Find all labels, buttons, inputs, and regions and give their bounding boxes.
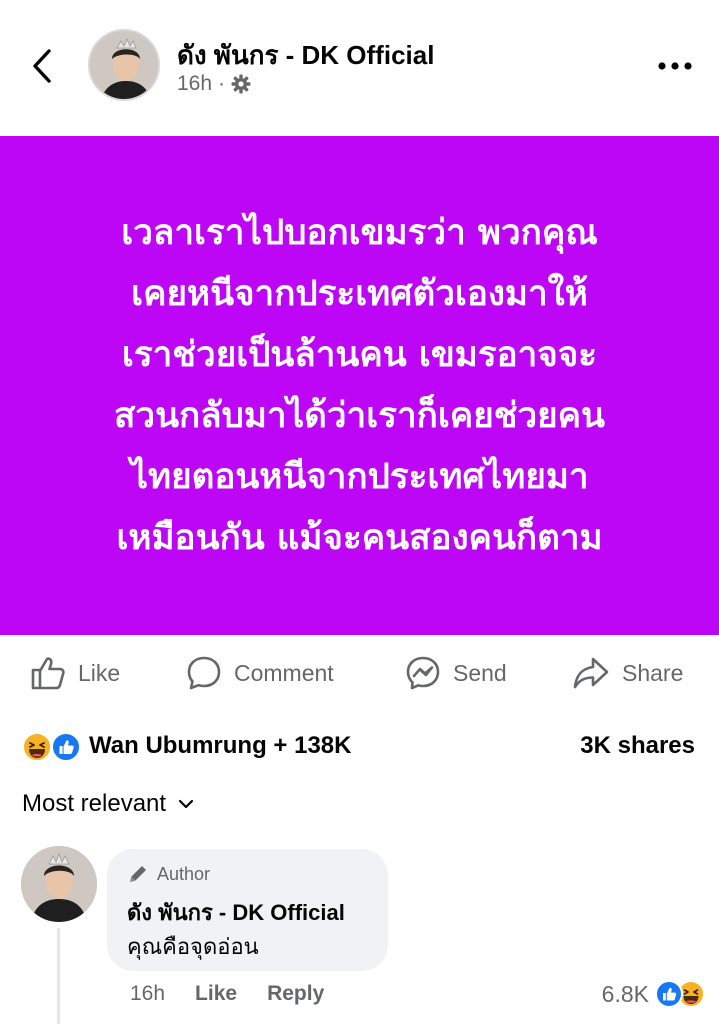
chevron-down-icon bbox=[178, 799, 194, 809]
post-text-line: เวลาเราไปบอกเขมรว่า พวกคุณ bbox=[121, 212, 598, 253]
comment-reaction-count: 6.8K bbox=[601, 980, 649, 1007]
post-time[interactable]: 16h bbox=[177, 72, 212, 96]
post-header: ดัง พันกร - DK Official 16h · bbox=[0, 0, 719, 134]
like-button[interactable]: Like bbox=[30, 645, 120, 701]
reactions-summary: Wan Ubumrung + 138K 3K shares bbox=[0, 724, 719, 768]
pen-icon bbox=[130, 866, 146, 882]
author-badge-label: Author bbox=[157, 863, 211, 884]
comment-reaction-icons bbox=[655, 980, 705, 1008]
share-button[interactable]: Share bbox=[572, 645, 683, 701]
meta-separator: · bbox=[218, 72, 226, 95]
comment-author-avatar[interactable] bbox=[21, 846, 97, 922]
thumbs-up-icon bbox=[31, 657, 65, 690]
post-text-card: เวลาเราไปบอกเขมรว่า พวกคุณ เคยหนีจากประเ… bbox=[0, 136, 719, 635]
send-label: Send bbox=[453, 659, 507, 686]
comment-author-name[interactable]: ดัง พันกร - DK Official bbox=[127, 895, 345, 930]
comment-time: 16h bbox=[130, 982, 166, 1005]
more-options-button[interactable] bbox=[654, 52, 696, 80]
comment-bubble-icon bbox=[187, 656, 221, 690]
more-dots-icon bbox=[658, 62, 692, 70]
avatar-image bbox=[90, 31, 158, 99]
gear-icon bbox=[231, 74, 251, 94]
comment-reactions[interactable]: 6.8K bbox=[602, 980, 705, 1008]
author-badge: Author bbox=[127, 863, 210, 885]
post-text-line: เคยหนีจากประเทศตัวเองมาให้ bbox=[131, 273, 588, 314]
back-button[interactable] bbox=[22, 46, 62, 86]
chevron-left-icon bbox=[33, 49, 51, 83]
reaction-icons[interactable] bbox=[22, 732, 82, 762]
comment-like-button[interactable]: Like bbox=[195, 982, 237, 1006]
thread-line bbox=[57, 928, 60, 1024]
post-text: เวลาเราไปบอกเขมรว่า พวกคุณ เคยหนีจากประเ… bbox=[30, 203, 690, 569]
share-label: Share bbox=[622, 659, 684, 686]
comment-text: คุณคือจุดอ่อน bbox=[127, 934, 259, 959]
avatar-image bbox=[21, 846, 97, 922]
comment-reply-button[interactable]: Reply bbox=[267, 982, 324, 1006]
like-emoji-icon bbox=[655, 980, 683, 1008]
like-emoji-icon bbox=[51, 732, 81, 762]
comment-label: Comment bbox=[234, 659, 334, 686]
post-author-name[interactable]: ดัง พันกร - DK Official bbox=[177, 35, 434, 76]
post-text-line: เราช่วยเป็นล้านคน เขมรอาจจะ bbox=[121, 334, 598, 375]
post-text-line: เหมือนกัน แม้จะคนสองคนก็ตาม bbox=[116, 517, 603, 558]
post-action-bar: Like Comment Send Share bbox=[0, 645, 719, 701]
comment-button[interactable]: Comment bbox=[186, 645, 334, 701]
like-label: Like bbox=[78, 659, 121, 686]
post-text-line: ไทยตอนหนีจากประเทศไทยมา bbox=[130, 456, 589, 497]
send-button[interactable]: Send bbox=[405, 645, 507, 701]
share-arrow-icon bbox=[573, 657, 609, 689]
comment-meta: 16h Like Reply bbox=[130, 982, 324, 1006]
author-avatar[interactable] bbox=[88, 29, 160, 101]
sort-label: Most relevant bbox=[22, 790, 167, 817]
shares-count[interactable]: 3K shares bbox=[580, 732, 695, 760]
post-text-line: สวนกลับมาได้ว่าเราก็เคยช่วยคน bbox=[114, 395, 605, 436]
post-meta: 16h · bbox=[177, 72, 251, 96]
reactors-summary[interactable]: Wan Ubumrung + 138K bbox=[89, 732, 351, 760]
comment-sort-dropdown[interactable]: Most relevant bbox=[22, 790, 194, 818]
messenger-icon bbox=[406, 656, 440, 690]
haha-emoji-icon bbox=[22, 732, 52, 762]
comment-bubble[interactable]: Author ดัง พันกร - DK Official คุณคือจุด… bbox=[107, 849, 388, 971]
